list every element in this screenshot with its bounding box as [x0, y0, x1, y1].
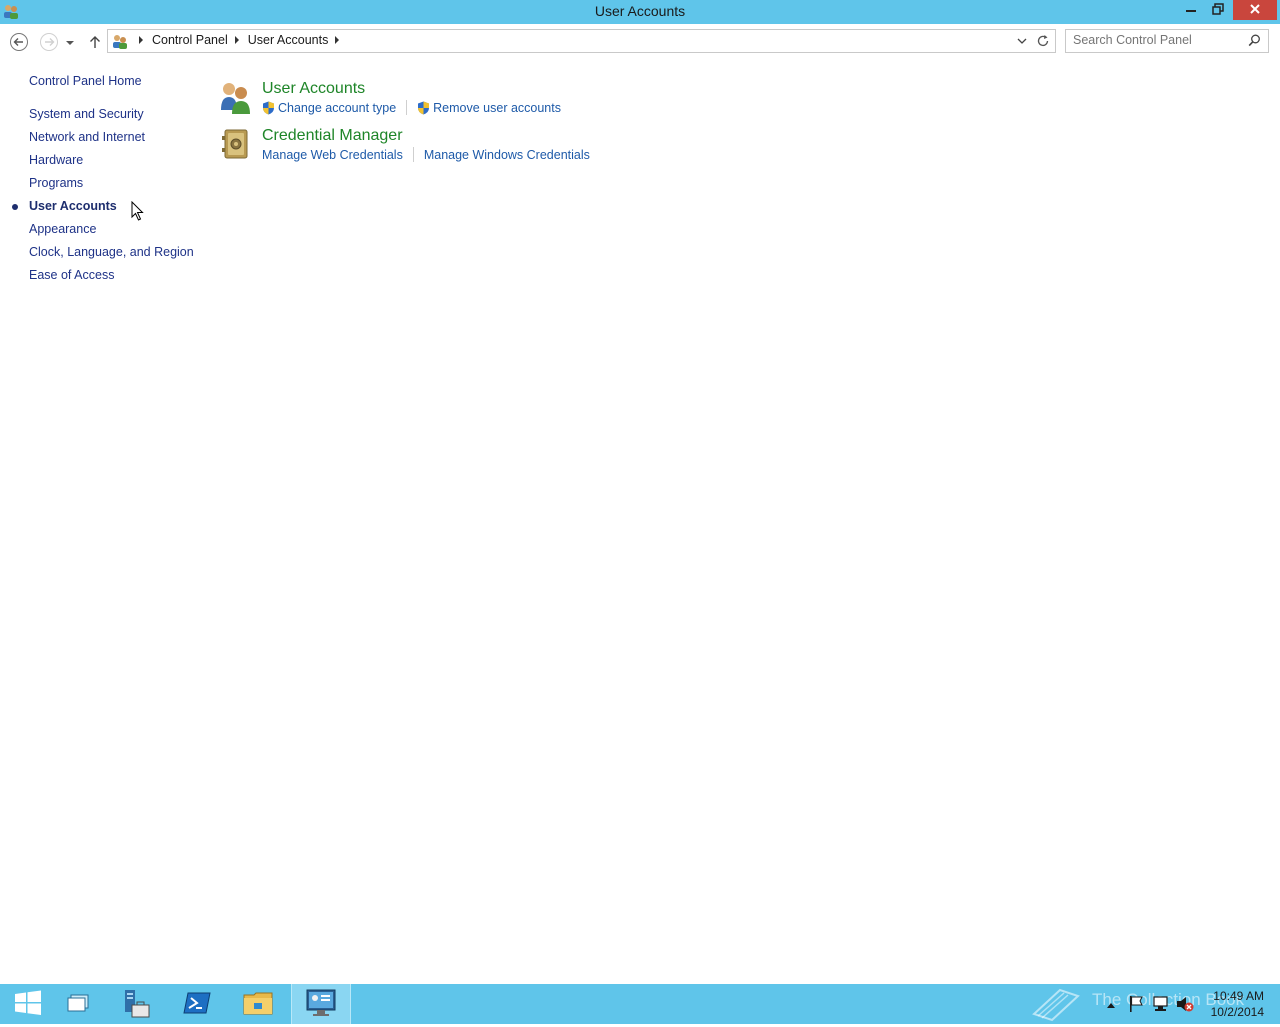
- taskbar-task-view[interactable]: [50, 984, 106, 1024]
- change-account-type-link[interactable]: Change account type: [278, 101, 396, 115]
- windows-start-icon: [14, 990, 42, 1019]
- credential-manager-heading-link[interactable]: Credential Manager: [262, 127, 403, 145]
- search-input[interactable]: [1073, 33, 1243, 47]
- network-icon[interactable]: [1152, 995, 1170, 1016]
- file-explorer-icon: [243, 990, 273, 1019]
- taskbar-clock[interactable]: 10:49 AM 10/2/2014: [1211, 988, 1264, 1020]
- taskbar-control-panel[interactable]: [291, 984, 351, 1024]
- users-icon[interactable]: [218, 80, 252, 114]
- uac-shield-icon: [262, 101, 275, 115]
- breadcrumb-chevron-icon[interactable]: [335, 36, 340, 44]
- window-title: User Accounts: [594, 3, 686, 19]
- minimize-icon: [1185, 3, 1197, 17]
- up-button[interactable]: [84, 32, 106, 54]
- uac-shield-icon: [417, 101, 430, 115]
- volume-muted-icon[interactable]: [1176, 995, 1194, 1016]
- category-credential-manager: Credential Manager Manage Web Credential…: [215, 125, 715, 169]
- taskbar: The Collection Book 10:49 AM 10/2/2014: [0, 984, 1280, 1024]
- credential-manager-links: Manage Web Credentials Manage Windows Cr…: [262, 147, 590, 162]
- breadcrumb-control-panel[interactable]: Control Panel: [152, 33, 228, 47]
- restore-icon: [1212, 2, 1224, 18]
- user-accounts-links: Change account type Remove user accounts: [262, 100, 561, 115]
- sidebar-item-user-accounts[interactable]: User Accounts: [29, 199, 117, 213]
- clock-time: 10:49 AM: [1213, 989, 1264, 1003]
- show-hidden-icons-icon[interactable]: [1106, 998, 1116, 1012]
- taskbar-file-explorer[interactable]: [230, 984, 286, 1024]
- start-button[interactable]: [0, 984, 56, 1024]
- chevron-down-icon: [65, 36, 75, 50]
- taskbar-server-manager[interactable]: [107, 984, 163, 1024]
- link-divider: [406, 100, 408, 115]
- refresh-icon[interactable]: [1035, 33, 1051, 49]
- recent-locations-button[interactable]: [62, 32, 78, 54]
- watermark-book-icon: [1030, 984, 1082, 1027]
- forward-button[interactable]: [38, 32, 60, 54]
- category-user-accounts: User Accounts Change account type Remove…: [215, 78, 715, 122]
- address-bar[interactable]: Control Panel User Accounts: [107, 29, 1056, 53]
- back-button[interactable]: [8, 32, 30, 54]
- sidebar-item-ease-of-access[interactable]: Ease of Access: [29, 268, 114, 282]
- manage-windows-credentials-link[interactable]: Manage Windows Credentials: [424, 148, 590, 162]
- breadcrumb-chevron-icon[interactable]: [234, 36, 239, 44]
- credential-vault-icon[interactable]: [218, 127, 252, 161]
- task-view-icon: [66, 993, 90, 1016]
- control-panel-home-link[interactable]: Control Panel Home: [29, 74, 142, 88]
- search-icon[interactable]: [1248, 34, 1261, 50]
- action-center-flag-icon[interactable]: [1128, 995, 1144, 1016]
- manage-web-credentials-link[interactable]: Manage Web Credentials: [262, 148, 403, 162]
- system-tray: [1100, 984, 1210, 1024]
- restore-button[interactable]: [1205, 0, 1231, 20]
- control-panel-icon[interactable]: [112, 33, 128, 49]
- server-manager-icon: [119, 987, 151, 1022]
- back-arrow-icon: [9, 32, 29, 55]
- close-icon: [1249, 3, 1261, 18]
- clock-date: 10/2/2014: [1210, 1005, 1264, 1019]
- taskbar-powershell[interactable]: [169, 984, 225, 1024]
- remove-user-accounts-link[interactable]: Remove user accounts: [433, 101, 561, 115]
- sidebar-item-appearance[interactable]: Appearance: [29, 222, 96, 236]
- sidebar-item-programs[interactable]: Programs: [29, 176, 83, 190]
- forward-arrow-icon: [39, 32, 59, 55]
- up-arrow-icon: [88, 34, 102, 53]
- sidebar-item-system-and-security[interactable]: System and Security: [29, 107, 144, 121]
- mouse-cursor-icon: [131, 200, 144, 224]
- address-history-chevron-icon[interactable]: [1015, 34, 1029, 48]
- control-panel-icon: [305, 988, 337, 1021]
- minimize-button[interactable]: [1178, 0, 1204, 20]
- user-accounts-heading-link[interactable]: User Accounts: [262, 80, 365, 98]
- breadcrumb: Control Panel User Accounts: [132, 33, 348, 47]
- breadcrumb-chevron-icon[interactable]: [139, 36, 143, 44]
- current-item-bullet: [12, 204, 18, 210]
- sidebar-item-hardware[interactable]: Hardware: [29, 153, 83, 167]
- sidebar-item-clock-language-region[interactable]: Clock, Language, and Region: [29, 245, 194, 259]
- powershell-icon: [183, 991, 211, 1018]
- search-box[interactable]: [1065, 29, 1269, 53]
- link-divider: [412, 147, 414, 162]
- title-bar: User Accounts: [0, 0, 1280, 24]
- close-button[interactable]: [1233, 0, 1277, 20]
- sidebar-item-network-and-internet[interactable]: Network and Internet: [29, 130, 145, 144]
- breadcrumb-user-accounts[interactable]: User Accounts: [248, 33, 329, 47]
